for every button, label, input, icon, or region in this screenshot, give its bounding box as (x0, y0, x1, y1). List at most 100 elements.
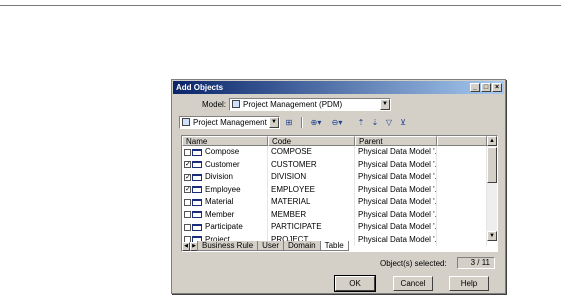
name-cell: Compose (182, 146, 268, 159)
row-code: DIVISION (268, 171, 355, 184)
column-header-name[interactable]: Name (182, 136, 268, 146)
row-parent: Physical Data Model '... (355, 196, 437, 209)
add-objects-dialog: Add Objects _ □ × Model: Project Managem… (171, 79, 506, 294)
row-extra (437, 171, 487, 184)
row-checkbox[interactable]: ✓ (184, 173, 191, 181)
row-extra (437, 183, 487, 196)
row-parent: Physical Data Model '... (355, 158, 437, 171)
toolbar-separator (301, 117, 303, 128)
tab-scroll-left-icon[interactable]: ◀ (182, 242, 190, 251)
row-name: Participate (205, 222, 243, 231)
cancel-button[interactable]: Cancel (393, 276, 433, 291)
row-code: PARTICIPATE (268, 221, 355, 234)
row-parent: Physical Data Model '... (355, 208, 437, 221)
row-parent: Physical Data Model '... (355, 183, 437, 196)
clear-filter-icon[interactable]: ⊻ (397, 117, 409, 128)
close-button[interactable]: × (492, 83, 502, 92)
move-up-icon[interactable]: ⇡ (355, 117, 367, 128)
row-extra (437, 196, 487, 209)
table-row[interactable]: Material MATERIAL Physical Data Model '... (182, 196, 487, 209)
row-checkbox[interactable]: ✓ (184, 161, 191, 169)
scroll-thumb[interactable] (487, 147, 497, 183)
row-extra (437, 158, 487, 171)
tab-table[interactable]: Table (319, 241, 349, 251)
table-icon (192, 198, 202, 206)
column-header-parent[interactable]: Parent (355, 136, 437, 146)
tab-user[interactable]: User (257, 241, 285, 251)
table-row[interactable]: Participate PARTICIPATE Physical Data Mode… (182, 221, 487, 234)
table-icon (192, 186, 202, 194)
move-down-icon[interactable]: ⇣ (369, 117, 381, 128)
maximize-button[interactable]: □ (481, 83, 491, 92)
row-checkbox[interactable] (184, 198, 191, 206)
filter-icon[interactable]: ▽ (383, 117, 395, 128)
model-select[interactable]: Project Management (PDM) ▼ (229, 98, 391, 111)
package-tree-icon[interactable]: ⊞ (283, 117, 295, 128)
name-cell: ✓ Customer (182, 158, 268, 171)
table-icon (192, 173, 202, 181)
row-name: Material (205, 197, 234, 206)
tab-strip: ◀ ▶ Business Rule User Domain Table (182, 241, 497, 251)
table-icon (192, 148, 202, 156)
tab-business-rule[interactable]: Business Rule (197, 241, 259, 251)
name-cell: ✓ Employee (182, 183, 268, 196)
row-name: Compose (205, 147, 240, 156)
name-cell: Material (182, 196, 268, 209)
row-code: COMPOSE (268, 146, 355, 159)
select-all-icon[interactable]: ⊕▾ (307, 117, 325, 128)
table-row[interactable]: Member MEMBER Physical Data Model '... (182, 208, 487, 221)
grid-rows: Compose COMPOSE Physical Data Model '... ✓ C… (182, 146, 487, 246)
scroll-down-icon[interactable]: ▼ (487, 231, 497, 241)
selected-count-label: Object(s) selected: (380, 259, 447, 268)
table-row[interactable]: Compose COMPOSE Physical Data Model '... (182, 146, 487, 159)
row-checkbox[interactable] (184, 148, 191, 156)
row-code: MEMBER (268, 208, 355, 221)
name-cell: Participate (182, 221, 268, 234)
row-code: MATERIAL (268, 196, 355, 209)
minimize-button[interactable]: _ (470, 83, 480, 92)
ok-button[interactable]: OK (335, 276, 375, 291)
document-rule (0, 5, 561, 6)
row-name: Employee (205, 184, 241, 194)
deselect-all-icon[interactable]: ⊖▾ (328, 117, 346, 128)
row-name: Division (205, 172, 234, 181)
table-icon (192, 161, 202, 169)
row-extra (437, 146, 487, 159)
row-name: Member (205, 209, 235, 219)
name-cell: Member (182, 208, 268, 221)
table-icon (192, 211, 202, 219)
row-checkbox[interactable]: ✓ (184, 186, 191, 194)
row-code: EMPLOYEE (268, 183, 355, 196)
row-checkbox[interactable] (184, 223, 191, 231)
grid-header: Name Code Parent (182, 136, 487, 146)
vertical-scrollbar[interactable]: ▲ ▼ (487, 136, 497, 241)
model-icon (232, 100, 240, 108)
row-extra (437, 208, 487, 221)
title-bar[interactable]: Add Objects _ □ × (173, 81, 504, 94)
column-header-code[interactable]: Code (268, 136, 355, 146)
objects-grid: Name Code Parent Compose COMPOSE Physical … (181, 135, 498, 252)
chevron-down-icon[interactable]: ▼ (269, 117, 279, 128)
help-button[interactable]: Help (449, 276, 489, 291)
scroll-up-icon[interactable]: ▲ (487, 136, 497, 146)
chevron-down-icon[interactable]: ▼ (380, 99, 390, 110)
row-parent: Physical Data Model '... (355, 221, 437, 234)
package-select[interactable]: Project Management (PDM ▼ (179, 116, 280, 129)
table-icon (192, 223, 202, 231)
package-value: Project Management (PDM (193, 118, 280, 127)
package-icon (182, 118, 190, 126)
selected-count-value: 3 / 11 (457, 257, 495, 269)
row-checkbox[interactable] (184, 211, 191, 219)
row-name: Customer (205, 159, 240, 169)
name-cell: ✓ Division (182, 171, 268, 184)
dialog-title: Add Objects (176, 83, 224, 92)
row-extra (437, 221, 487, 234)
tab-domain[interactable]: Domain (283, 241, 321, 251)
table-row[interactable]: ✓ Customer CUSTOMER Physical Data Model '..… (182, 158, 487, 171)
table-row[interactable]: ✓ Division DIVISION Physical Data Model '..… (182, 171, 487, 184)
table-row[interactable]: ✓ Employee EMPLOYEE Physical Data Model '..… (182, 183, 487, 196)
row-parent: Physical Data Model '... (355, 146, 437, 159)
model-value: Project Management (PDM) (243, 100, 343, 109)
column-header-empty[interactable] (437, 136, 487, 146)
row-code: CUSTOMER (268, 158, 355, 171)
